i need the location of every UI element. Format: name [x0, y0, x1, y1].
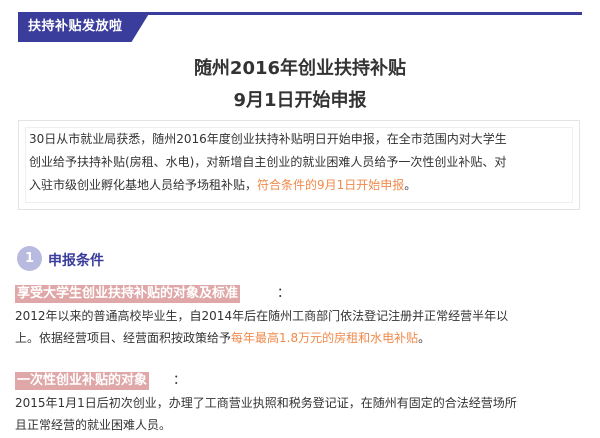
block1-line-1: 2012年以来的普通高校毕业生，自2014年后在随州工商部门依法登记注册并正常经…: [15, 309, 509, 323]
summary-line-1: 30日从市就业局获悉，随州2016年度创业扶持补贴明日开始申报，在全市范围内对大…: [29, 132, 507, 146]
block1-highlight: 每年最高1.8万元的房租和水电补贴: [231, 331, 419, 345]
article-title-line-2: 9月1日开始申报: [233, 90, 367, 111]
summary-highlight: 符合条件的9月1日开始申报: [257, 178, 405, 192]
block2-colon: ：: [173, 373, 187, 388]
summary-line-2: 创业给予扶持补贴(房租、水电)，对新增自主创业的就业困难人员给予一次性创业补贴、…: [29, 155, 507, 169]
block1-heading: 享受大学生创业扶持补贴的对象及标准: [15, 285, 241, 303]
block2-paragraph: 2015年1月1日后初次创业，办理了工商营业执照和税务登记证，在随州有固定的合法…: [15, 392, 517, 436]
block1-colon: ：: [277, 286, 291, 301]
summary-line-3-end: 。: [404, 178, 417, 192]
block1-line-2-text: 上。依据经营项目、经营面积按政策给予: [15, 331, 232, 345]
block2-line-1: 2015年1月1日后初次创业，办理了工商营业执照和税务登记证，在随州有固定的合法…: [15, 396, 517, 410]
section-title: 申报条件: [48, 253, 104, 269]
block2-line-2: 且正常经营的就业困难人员。: [15, 418, 172, 432]
summary-line-3-text: 入驻市级创业孵化基地人员给予场租补贴，: [29, 178, 258, 192]
block2-heading: 一次性创业补贴的对象: [15, 372, 150, 390]
block1-line-2-end: 。: [418, 331, 431, 345]
summary-line-3: 入驻市级创业孵化基地人员给予场租补贴，符合条件的9月1日开始申报。: [29, 174, 569, 197]
article-title-line-1: 随州2016年创业扶持补贴: [193, 58, 407, 79]
block1-line-2: 上。依据经营项目、经营面积按政策给予每年最高1.8万元的房租和水电补贴。: [15, 327, 508, 349]
header-tag: 扶持补贴发放啦: [18, 12, 150, 42]
block1-paragraph: 2012年以来的普通高校毕业生，自2014年后在随州工商部门依法登记注册并正常经…: [15, 305, 508, 349]
summary-text: 30日从市就业局获悉，随州2016年度创业扶持补贴明日开始申报，在全市范围内对大…: [29, 128, 569, 197]
section-number-badge: 1: [17, 246, 42, 271]
